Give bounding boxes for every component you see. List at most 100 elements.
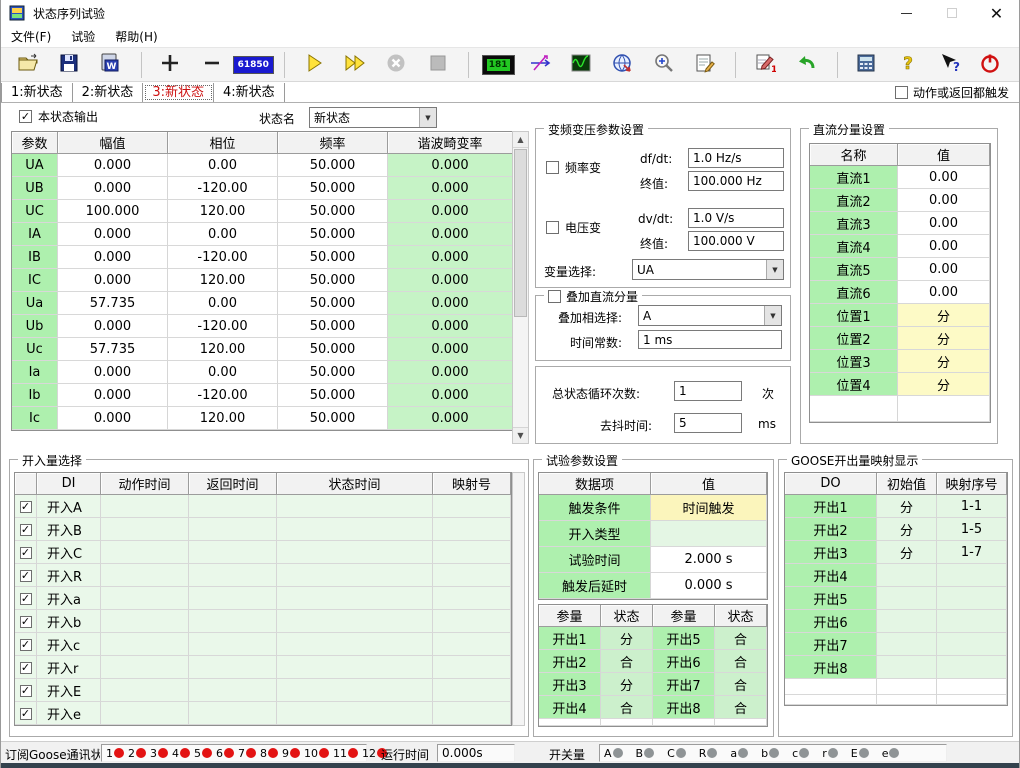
cancel-button[interactable] — [384, 52, 409, 78]
di-state-time-cell[interactable] — [277, 541, 433, 564]
di-return-time-cell[interactable] — [189, 679, 277, 702]
di-return-time-cell[interactable] — [189, 610, 277, 633]
frequency-cell[interactable]: 50.000 — [278, 269, 388, 292]
di-checkbox[interactable] — [20, 639, 32, 651]
di-map-no-cell[interactable] — [433, 587, 511, 610]
chevron-down-icon[interactable]: ▼ — [766, 260, 783, 279]
harmonic-cell[interactable]: 0.000 — [388, 154, 513, 177]
phase-cell[interactable]: -120.00 — [168, 384, 278, 407]
goose-initial-cell[interactable] — [877, 564, 937, 587]
export-word-button[interactable]: W — [98, 52, 123, 78]
phase-cell[interactable]: -120.00 — [168, 315, 278, 338]
goose-map-cell[interactable]: 1-5 — [937, 518, 1007, 541]
dc-value-cell[interactable]: 分 — [898, 373, 990, 396]
harmonic-cell[interactable]: 0.000 — [388, 246, 513, 269]
context-help-button[interactable]: ? — [936, 52, 961, 78]
di-checkbox[interactable] — [20, 685, 32, 697]
exit-button[interactable] — [978, 52, 1003, 78]
dvdt-input[interactable]: 1.0 V/s — [688, 208, 784, 228]
loop-count-input[interactable]: 1 — [674, 381, 742, 401]
di-checkbox-cell[interactable] — [15, 495, 37, 518]
scroll-up-icon[interactable]: ▲ — [513, 132, 528, 148]
di-map-no-cell[interactable] — [433, 702, 511, 725]
harmonic-cell[interactable]: 0.000 — [388, 315, 513, 338]
di-return-time-cell[interactable] — [189, 633, 277, 656]
goose-map-cell[interactable]: 1-1 — [937, 495, 1007, 518]
di-checkbox[interactable] — [20, 524, 32, 536]
tab-state-2[interactable]: 2:新状态 — [73, 83, 144, 102]
edit-page-button[interactable]: 1 — [752, 52, 777, 78]
frequency-cell[interactable]: 50.000 — [278, 315, 388, 338]
phase-cell[interactable]: 0.00 — [168, 292, 278, 315]
harmonic-cell[interactable]: 0.000 — [388, 200, 513, 223]
di-checkbox-cell[interactable] — [15, 610, 37, 633]
frequency-cell[interactable]: 50.000 — [278, 338, 388, 361]
di-action-time-cell[interactable] — [101, 633, 189, 656]
goose-initial-cell[interactable]: 分 — [877, 518, 937, 541]
output-state-cell[interactable]: 合 — [715, 627, 767, 650]
frequency-cell[interactable]: 50.000 — [278, 154, 388, 177]
frequency-cell[interactable]: 50.000 — [278, 292, 388, 315]
stop-button[interactable] — [425, 52, 450, 78]
di-map-no-cell[interactable] — [433, 633, 511, 656]
goose-map-cell[interactable] — [937, 564, 1007, 587]
goose-initial-cell[interactable] — [877, 587, 937, 610]
time-const-input[interactable]: 1 ms — [638, 330, 782, 349]
di-return-time-cell[interactable] — [189, 702, 277, 725]
output-state-cell[interactable]: 分 — [601, 627, 653, 650]
debounce-input[interactable]: 5 — [674, 413, 742, 433]
phase-cell[interactable]: 0.00 — [168, 361, 278, 384]
goose-map-cell[interactable] — [937, 633, 1007, 656]
di-state-time-cell[interactable] — [277, 587, 433, 610]
di-action-time-cell[interactable] — [101, 587, 189, 610]
dc-value-cell[interactable]: 0.00 — [898, 281, 990, 304]
tab-state-1[interactable]: 1:新状态 — [1, 83, 73, 102]
di-return-time-cell[interactable] — [189, 587, 277, 610]
tab-state-4[interactable]: 4:新状态 — [214, 83, 285, 102]
di-map-no-cell[interactable] — [433, 541, 511, 564]
harmonic-cell[interactable]: 0.000 — [388, 384, 513, 407]
di-return-time-cell[interactable] — [189, 564, 277, 587]
di-state-time-cell[interactable] — [277, 656, 433, 679]
variable-select-combo[interactable]: UA ▼ — [632, 259, 784, 280]
chevron-down-icon[interactable]: ▼ — [419, 108, 436, 127]
di-state-time-cell[interactable] — [277, 610, 433, 633]
phase-cell[interactable]: 120.00 — [168, 269, 278, 292]
di-action-time-cell[interactable] — [101, 656, 189, 679]
amplitude-cell[interactable]: 0.000 — [58, 315, 168, 338]
start-sequence-button[interactable] — [342, 52, 367, 78]
maximize-button[interactable] — [929, 0, 974, 26]
volt-final-input[interactable]: 100.000 V — [688, 231, 784, 251]
di-checkbox-cell[interactable] — [15, 679, 37, 702]
di-checkbox-cell[interactable] — [15, 518, 37, 541]
phase-cell[interactable]: 120.00 — [168, 200, 278, 223]
menu-item-0[interactable]: 文件(F) — [1, 26, 61, 47]
di-return-time-cell[interactable] — [189, 541, 277, 564]
harmonic-cell[interactable]: 0.000 — [388, 292, 513, 315]
di-checkbox[interactable] — [20, 547, 32, 559]
state-output-checkbox[interactable] — [19, 110, 32, 123]
param-value-cell[interactable] — [651, 521, 767, 547]
goose-initial-cell[interactable] — [877, 610, 937, 633]
di-map-no-cell[interactable] — [433, 518, 511, 541]
di-state-time-cell[interactable] — [277, 564, 433, 587]
open-button[interactable] — [15, 52, 40, 78]
amplifier-181-button[interactable]: 181 — [485, 52, 511, 78]
amplitude-cell[interactable]: 57.735 — [58, 292, 168, 315]
param-value-cell[interactable]: 时间触发 — [651, 495, 767, 521]
dc-value-cell[interactable]: 0.00 — [898, 258, 990, 281]
amplitude-cell[interactable]: 0.000 — [58, 384, 168, 407]
di-checkbox-cell[interactable] — [15, 564, 37, 587]
waveform-monitor-button[interactable] — [568, 52, 593, 78]
dc-value-cell[interactable]: 分 — [898, 350, 990, 373]
amplitude-cell[interactable]: 0.000 — [58, 269, 168, 292]
di-action-time-cell[interactable] — [101, 518, 189, 541]
di-return-time-cell[interactable] — [189, 518, 277, 541]
di-state-time-cell[interactable] — [277, 702, 433, 725]
di-map-no-cell[interactable] — [433, 679, 511, 702]
harmonic-cell[interactable]: 0.000 — [388, 338, 513, 361]
frequency-cell[interactable]: 50.000 — [278, 177, 388, 200]
di-return-time-cell[interactable] — [189, 656, 277, 679]
iec61850-button[interactable]: 61850 — [240, 52, 266, 78]
di-checkbox[interactable] — [20, 501, 32, 513]
